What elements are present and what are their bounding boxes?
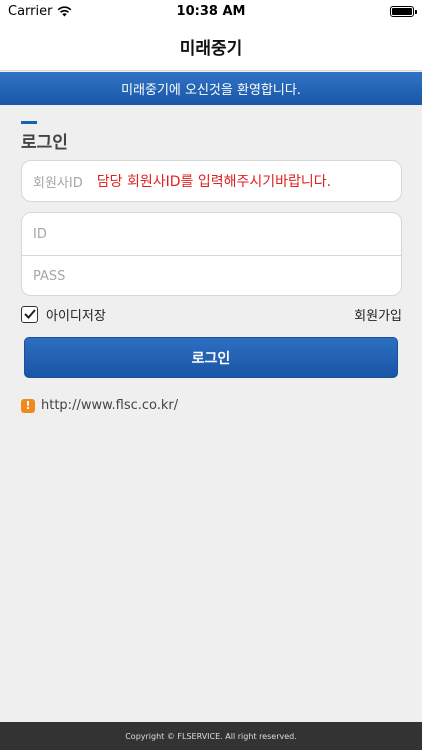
nav-bar: 미래중기 — [0, 22, 422, 71]
credentials-group: ID PASS — [21, 212, 402, 296]
company-id-placeholder: 회원사ID — [33, 175, 83, 191]
checkmark-icon — [23, 309, 36, 319]
carrier-label: Carrier — [8, 3, 53, 19]
login-button-label: 로그인 — [191, 350, 231, 367]
wifi-icon — [58, 5, 72, 16]
options-row: 아이디저장 회원가입 — [21, 303, 402, 325]
remember-id-label: 아이디저장 — [46, 308, 106, 324]
company-id-hint: 담당 회원사ID를 입력해주시기바랍니다. — [96, 174, 332, 190]
footer: Copyright © FLSERVICE. All right reserve… — [0, 722, 422, 750]
battery-icon — [390, 5, 417, 17]
page-title: 미래중기 — [179, 38, 243, 59]
signup-link[interactable]: 회원가입 — [354, 305, 402, 324]
website-info: ! http://www.flsc.co.kr/ — [21, 398, 178, 413]
warning-icon: ! — [21, 398, 35, 413]
id-field[interactable]: ID — [22, 213, 401, 255]
status-left: Carrier — [8, 4, 72, 19]
welcome-text: 미래중기에 오신것을 환영합니다. — [121, 83, 301, 98]
status-bar: Carrier 10:38 AM — [0, 0, 422, 22]
password-field[interactable]: PASS — [22, 255, 401, 297]
remember-id-option[interactable]: 아이디저장 — [21, 305, 106, 324]
id-placeholder: ID — [33, 226, 47, 242]
welcome-banner: 미래중기에 오신것을 환영합니다. — [0, 72, 422, 105]
login-heading-section: 로그인 — [21, 121, 68, 153]
login-heading: 로그인 — [21, 133, 68, 153]
company-id-field[interactable]: 회원사ID 담당 회원사ID를 입력해주시기바랍니다. — [21, 160, 402, 202]
password-placeholder: PASS — [33, 269, 66, 284]
website-url[interactable]: http://www.flsc.co.kr/ — [41, 398, 178, 413]
copyright-text: Copyright © FLSERVICE. All right reserve… — [125, 731, 297, 741]
remember-id-checkbox[interactable] — [21, 305, 38, 323]
login-button[interactable]: 로그인 — [24, 337, 398, 378]
heading-accent-bar — [21, 121, 37, 124]
